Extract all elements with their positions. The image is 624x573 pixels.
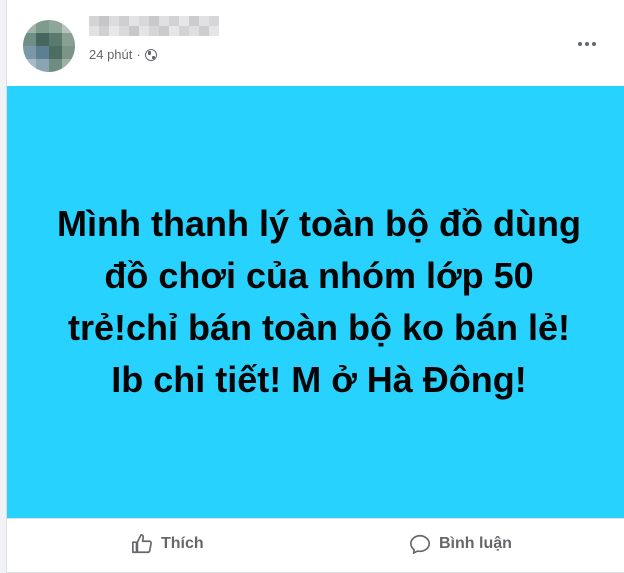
post-content-banner[interactable]: Mình thanh lý toàn bộ đồ dùng đồ chơi củ…	[7, 86, 624, 518]
more-options-icon[interactable]	[575, 36, 599, 52]
post-text: Mình thanh lý toàn bộ đồ dùng đồ chơi củ…	[39, 198, 599, 406]
more-dot	[585, 42, 589, 46]
thumbs-up-icon	[132, 534, 152, 554]
post-actions: Thích Bình luận	[7, 518, 624, 573]
post-text-line: trẻ!chỉ bán toàn bộ ko bán lẻ!	[67, 307, 571, 348]
post-meta: 24 phút ·	[89, 47, 157, 62]
globe-icon[interactable]	[144, 48, 157, 61]
post-card: 24 phút · Mình thanh lý toàn bộ đồ dùng …	[6, 0, 624, 573]
avatar[interactable]	[23, 20, 75, 72]
comment-label: Bình luận	[439, 535, 512, 552]
more-dot	[592, 42, 596, 46]
meta-separator: ·	[136, 47, 141, 62]
post-text-line: Mình thanh lý toàn bộ đồ dùng	[57, 203, 581, 244]
post-text-line: Ib chi tiết! M ở Hà Đông!	[111, 359, 527, 400]
more-dot	[578, 42, 582, 46]
comment-icon	[410, 534, 430, 554]
comment-button[interactable]: Bình luận	[409, 530, 512, 558]
post-header: 24 phút ·	[7, 0, 624, 86]
like-button[interactable]: Thích	[131, 530, 204, 558]
post-time[interactable]: 24 phút	[89, 47, 132, 62]
like-label: Thích	[161, 535, 204, 552]
author-name-blurred[interactable]	[89, 16, 223, 36]
post-text-line: đồ chơi của nhóm lớp 50	[104, 255, 534, 296]
